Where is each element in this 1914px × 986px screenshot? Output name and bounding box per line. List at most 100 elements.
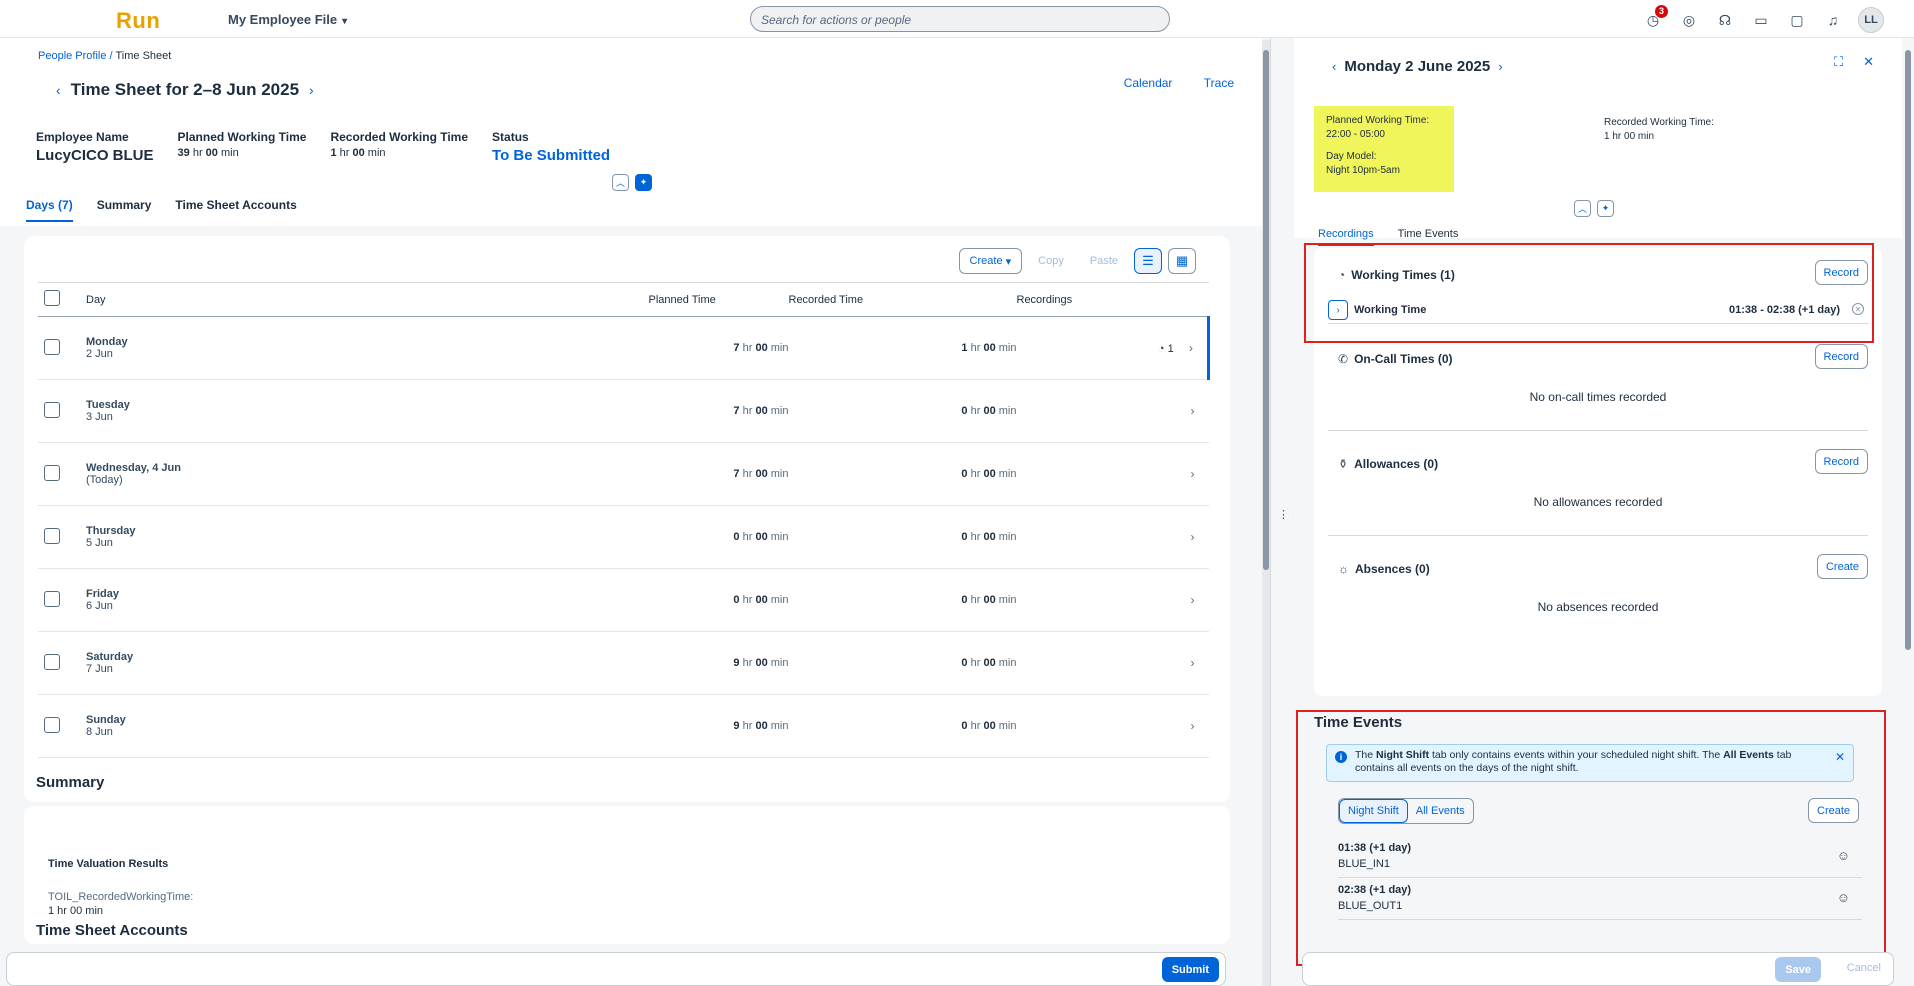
trace-link[interactable]: Trace [1204, 76, 1234, 90]
copy-button[interactable]: Copy [1028, 248, 1074, 274]
row-navigation-icon[interactable]: › [1191, 656, 1195, 670]
avatar[interactable]: LL [1858, 7, 1884, 33]
planned-info-highlight: Planned Working Time: 22:00 - 05:00 Day M… [1314, 106, 1454, 192]
notification-badge: 3 [1654, 5, 1668, 18]
row-checkbox[interactable] [44, 401, 60, 418]
fullscreen-icon[interactable]: ⛶ [1834, 54, 1843, 70]
row-navigation-icon[interactable]: › [1191, 593, 1195, 607]
learning-icon[interactable]: ▭ [1750, 9, 1772, 31]
recorded-cell: 0 hr 00 min [788, 568, 1017, 632]
table-row[interactable]: Tuesday 3 Jun 7 hr 00 min 0 hr 00 min › [38, 379, 1209, 443]
recorded-cell: 0 hr 00 min [788, 631, 1017, 695]
planned-cell: 7 hr 00 min [648, 442, 789, 506]
panel-resizer[interactable]: ⋮⋮ [1270, 38, 1300, 986]
create-absence-button[interactable]: Create [1816, 554, 1868, 579]
tasks-icon[interactable]: ◷ 3 [1642, 5, 1668, 31]
table-row[interactable]: Thursday 5 Jun 0 hr 00 min 0 hr 00 min › [38, 505, 1209, 569]
prev-day-icon[interactable]: ‹ [1332, 59, 1336, 74]
days-table: Day Planned Time Recorded Time Recording… [38, 282, 1210, 758]
close-icon[interactable]: ✕ [1863, 54, 1874, 70]
record-allowance-button[interactable]: Record [1814, 449, 1868, 474]
breadcrumb-people-profile[interactable]: People Profile [38, 50, 107, 62]
row-checkbox[interactable] [44, 716, 60, 733]
save-button[interactable]: Save [1775, 957, 1821, 982]
allowances-section: ⚱ Allowances (0) Record No allowances rec… [1328, 443, 1868, 543]
shell-icons: ◷ 3 ◎ ☊ ▭ ▢ ♫ LL [1642, 5, 1884, 33]
right-scrollbar[interactable] [1904, 40, 1912, 986]
collapse-header-button[interactable]: ︿ [612, 174, 629, 191]
collapse-detail-button[interactable]: ︿ [1574, 200, 1591, 217]
recorded-cell: 0 hr 00 min [788, 505, 1017, 569]
timesheet-panel: People Profile / Time Sheet ‹ Time Sheet … [0, 38, 1262, 986]
breadcrumb-current: Time Sheet [115, 50, 172, 62]
row-navigation-icon[interactable]: › [1191, 719, 1195, 733]
kpi-status: Status To Be Submitted [492, 130, 611, 164]
accounts-title: Time Sheet Accounts [36, 922, 188, 939]
detail-header: ‹ Monday 2 June 2025 › ⛶ ✕ Planned Working… [1294, 38, 1902, 246]
app-logo[interactable]: Run [116, 8, 160, 34]
valuation-key: TOIL_RecordedWorkingTime: [48, 891, 194, 903]
tab-summary[interactable]: Summary [97, 198, 152, 222]
row-navigation-icon[interactable]: › [1191, 404, 1195, 418]
detail-actions: ⛶ ✕ [1834, 54, 1874, 70]
table-row[interactable]: Saturday 7 Jun 9 hr 00 min 0 hr 00 min › [38, 631, 1209, 695]
row-navigation-icon[interactable]: › [1191, 467, 1195, 481]
tab-accounts[interactable]: Time Sheet Accounts [175, 198, 296, 222]
prev-week-icon[interactable]: ‹ [56, 82, 61, 98]
row-navigation-icon[interactable]: › [1189, 341, 1193, 355]
tab-days[interactable]: Days (7) [26, 198, 73, 222]
day-date: 5 Jun [86, 537, 113, 549]
pin-detail-button[interactable]: ✦ [1597, 200, 1614, 217]
recorded-cell: 0 hr 00 min [788, 442, 1017, 506]
recordings-cell: › [1016, 505, 1209, 569]
row-checkbox[interactable] [44, 653, 60, 670]
table-row[interactable]: Sunday 8 Jun 9 hr 00 min 0 hr 00 min › [38, 694, 1209, 758]
row-checkbox[interactable] [44, 590, 60, 607]
chevron-down-icon: ▾ [1005, 255, 1012, 268]
breadcrumb: People Profile / Time Sheet [38, 50, 172, 62]
left-scrollbar[interactable] [1262, 40, 1270, 986]
cancel-button[interactable]: Cancel [1847, 962, 1881, 974]
calendar-view-icon[interactable]: ▦ [1168, 248, 1196, 274]
day-name: Thursday [86, 525, 136, 537]
feedback-icon[interactable]: ▢ [1786, 9, 1808, 31]
table-row[interactable]: Monday 2 Jun 7 hr 00 min 1 hr 00 min ◔ 1 › [38, 316, 1210, 380]
select-all-checkbox[interactable] [44, 290, 60, 306]
recorded-cell: 1 hr 00 min [788, 316, 1017, 380]
assistant-icon[interactable]: ◎ [1678, 9, 1700, 31]
chevron-down-icon: ▾ [342, 16, 348, 27]
planned-cell: 0 hr 00 min [648, 568, 789, 632]
day-name: Tuesday [86, 399, 130, 411]
row-checkbox[interactable] [44, 527, 60, 544]
calendar-link[interactable]: Calendar [1124, 76, 1173, 90]
summary-card: Time Valuation Results TOIL_RecordedWork… [24, 806, 1230, 944]
row-checkbox[interactable] [44, 464, 60, 481]
list-view-icon[interactable]: ☰ [1134, 248, 1162, 274]
paste-button[interactable]: Paste [1079, 248, 1128, 274]
row-navigation-icon[interactable]: › [1191, 530, 1195, 544]
app-title-menu[interactable]: My Employee File ▾ [228, 12, 347, 27]
highlight-box [1296, 710, 1886, 966]
day-date: 7 Jun [86, 663, 113, 675]
kpi-employee: Employee Name LucyCICO BLUE [36, 130, 154, 164]
next-day-icon[interactable]: › [1498, 59, 1502, 74]
bell-icon[interactable]: ♫ [1822, 9, 1844, 31]
submit-button[interactable]: Submit [1161, 957, 1219, 982]
headset-icon[interactable]: ☊ [1714, 9, 1736, 31]
row-checkbox[interactable] [44, 338, 60, 355]
shell-bar: Run My Employee File ▾ Search for actions… [0, 0, 1914, 38]
status-value: To Be Submitted [492, 147, 611, 164]
pin-header-button[interactable]: ✦ [635, 174, 652, 191]
footer-toolbar: Submit [6, 952, 1226, 986]
day-name: Saturday [86, 651, 134, 663]
next-week-icon[interactable]: › [309, 82, 314, 98]
day-name: Wednesday, 4 Jun [86, 462, 181, 474]
search-input[interactable]: Search for actions or people [750, 6, 1170, 32]
on-call-section: ✆ On-Call Times (0) Record No on-call tim… [1328, 338, 1868, 438]
table-header: Day Planned Time Recorded Time Recording… [38, 282, 1209, 317]
table-row[interactable]: Friday 6 Jun 0 hr 00 min 0 hr 00 min › [38, 568, 1209, 632]
recordings-cell: ◔ 1 › [1016, 316, 1210, 380]
create-button[interactable]: Create ▾ [958, 248, 1023, 274]
record-on-call-button[interactable]: Record [1814, 344, 1868, 369]
table-row[interactable]: Wednesday, 4 Jun (Today) 7 hr 00 min 0 hr 0… [38, 442, 1209, 506]
